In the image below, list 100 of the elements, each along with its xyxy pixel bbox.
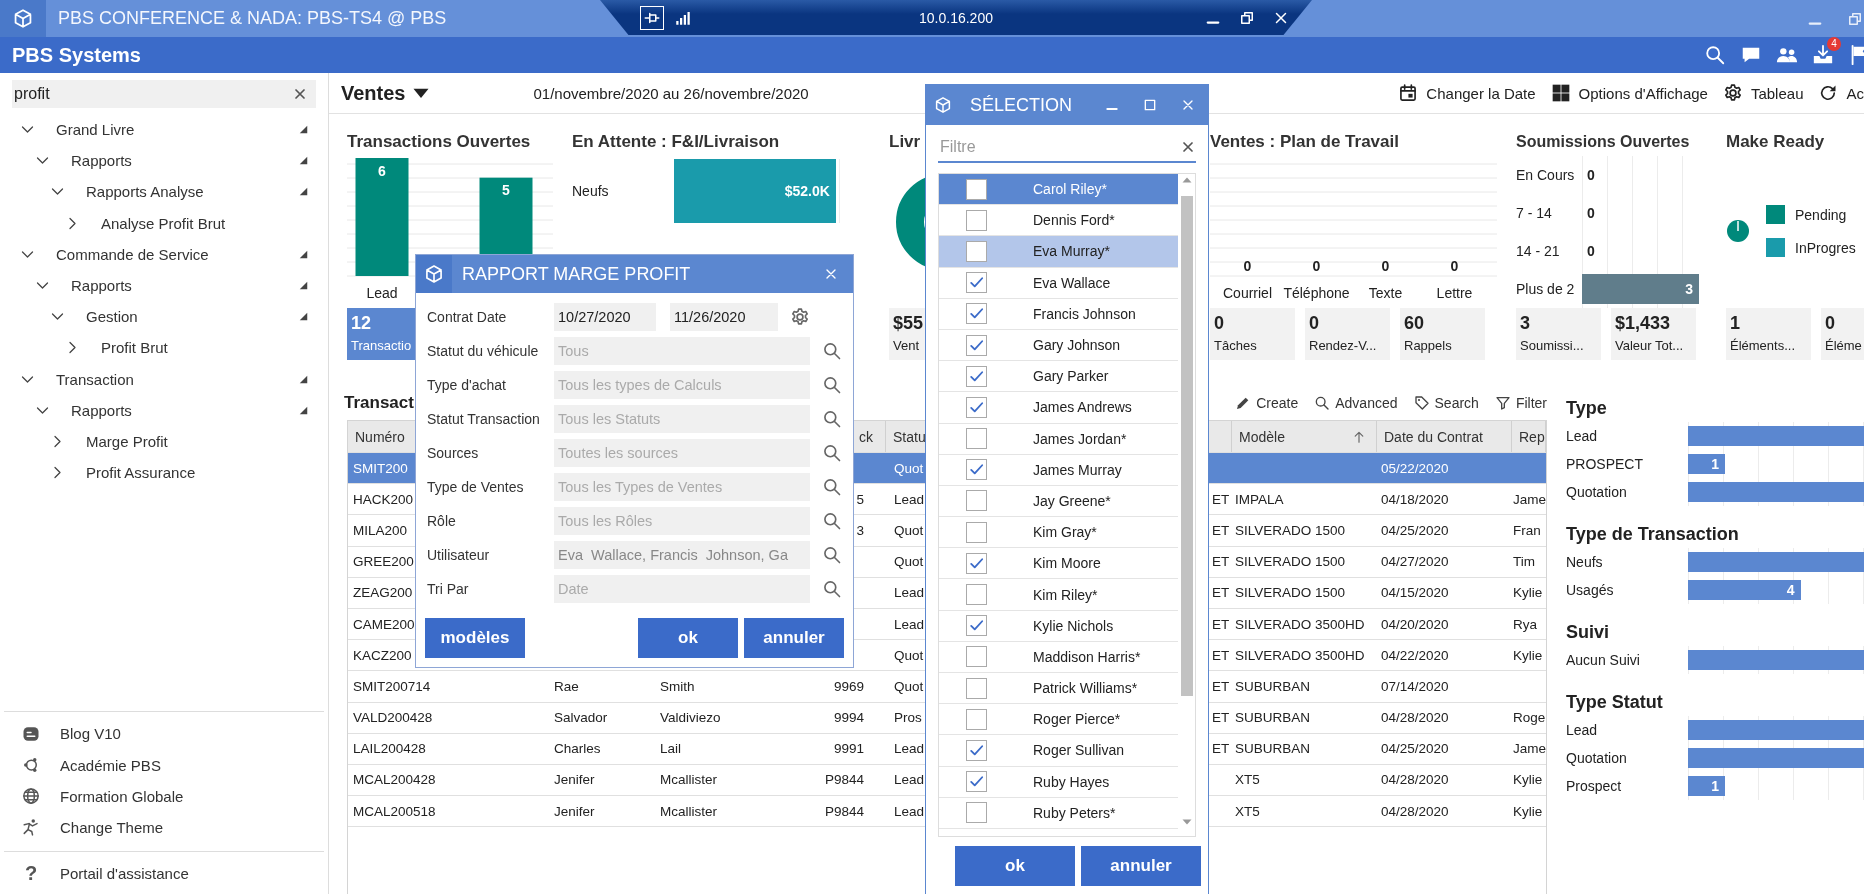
checkbox[interactable] xyxy=(966,272,987,294)
stat-tile[interactable]: 0 Éléme xyxy=(1821,308,1864,360)
search-field[interactable]: profit xyxy=(12,80,316,108)
clear-icon[interactable] xyxy=(1180,139,1196,155)
checkbox[interactable] xyxy=(966,739,987,761)
tree-item[interactable]: Gestion xyxy=(0,301,328,333)
tree-item[interactable]: Transaction xyxy=(0,363,328,395)
stat-tile[interactable]: 3 Soumissi... xyxy=(1516,308,1601,360)
tree-item[interactable]: Profit Brut xyxy=(0,332,328,364)
toolbar-action[interactable]: Ac xyxy=(1818,83,1864,103)
list-item[interactable]: Ruby Hayes xyxy=(939,766,1178,798)
settings-icon[interactable] xyxy=(790,307,810,327)
checkbox[interactable] xyxy=(966,178,987,200)
tree-item[interactable]: Rapports xyxy=(0,394,328,426)
list-item[interactable]: Francis Johnson xyxy=(939,298,1178,330)
column-header[interactable]: Modèle xyxy=(1232,421,1377,452)
list-item[interactable]: Carol Riley* xyxy=(939,174,1178,206)
checkbox[interactable] xyxy=(966,365,987,387)
from-date-field[interactable]: 10/27/2020 xyxy=(554,303,656,331)
column-header[interactable]: Rep xyxy=(1512,421,1546,452)
checkbox[interactable] xyxy=(966,615,987,637)
list-item[interactable]: Eva Murray* xyxy=(939,236,1178,268)
view-dropdown[interactable]: Ventes xyxy=(341,81,432,105)
list-item[interactable]: Kim Moore xyxy=(939,548,1178,580)
list-item[interactable]: James Jordan* xyxy=(939,423,1178,455)
checkbox[interactable] xyxy=(966,708,987,730)
tree-item[interactable]: Profit Assurance xyxy=(0,457,328,489)
tree-item[interactable]: Marge Profit xyxy=(0,425,328,458)
tree-item[interactable]: Grand Livre xyxy=(0,114,328,146)
sidebar-link[interactable]: Formation Globale xyxy=(0,780,328,812)
checkbox[interactable] xyxy=(966,646,987,668)
checkbox[interactable] xyxy=(966,428,987,450)
dialog-button[interactable]: modèles xyxy=(425,618,525,658)
stat-tile[interactable]: 0 Tâches xyxy=(1210,308,1295,360)
checkbox[interactable] xyxy=(966,240,987,262)
search-icon[interactable] xyxy=(822,545,842,565)
list-item[interactable]: Kim Riley* xyxy=(939,579,1178,611)
toolbar-button[interactable]: Search xyxy=(1413,395,1479,411)
help-link[interactable]: ? Portail d'assistance xyxy=(0,852,328,894)
checkbox[interactable] xyxy=(966,771,987,793)
list-item[interactable]: Roger Pierce* xyxy=(939,704,1178,736)
clear-icon[interactable] xyxy=(292,86,308,102)
tree-item[interactable]: Commande de Service xyxy=(0,238,328,270)
dialog-button[interactable]: ok xyxy=(955,846,1075,886)
list-item[interactable]: James Murray xyxy=(939,454,1178,486)
list-item[interactable]: Eva Wallace xyxy=(939,267,1178,299)
stat-tile[interactable]: 60 Rappels xyxy=(1400,308,1485,360)
list-item[interactable]: Maddison Harris* xyxy=(939,641,1178,673)
checkbox[interactable] xyxy=(966,334,987,356)
search-icon[interactable] xyxy=(1704,44,1726,66)
search-icon[interactable] xyxy=(822,375,842,395)
checkbox[interactable] xyxy=(966,552,987,574)
tree-item[interactable]: Rapports xyxy=(0,269,328,302)
list-item[interactable]: Jay Greene* xyxy=(939,485,1178,518)
checkbox[interactable] xyxy=(966,521,987,543)
scrollbar-thumb[interactable] xyxy=(1180,196,1193,696)
list-item[interactable]: James Andrews xyxy=(939,392,1178,424)
tree-item[interactable]: Rapports Analyse xyxy=(0,176,328,208)
checkbox[interactable] xyxy=(966,490,987,512)
pin-icon[interactable] xyxy=(640,5,664,30)
search-icon[interactable] xyxy=(822,443,842,463)
stat-tile[interactable]: 1 Éléments... xyxy=(1726,308,1811,360)
list-item[interactable]: Gary Parker xyxy=(939,361,1178,393)
list-item[interactable]: Kylie Nichols xyxy=(939,610,1178,642)
maximize-icon[interactable] xyxy=(1142,97,1158,113)
toolbar-button[interactable]: Filter xyxy=(1494,395,1547,411)
toolbar-button[interactable]: Create xyxy=(1235,395,1299,411)
to-date-field[interactable]: 11/26/2020 xyxy=(670,303,778,331)
search-icon[interactable] xyxy=(822,579,842,599)
toolbar-action[interactable]: Tableau xyxy=(1722,83,1804,103)
sidebar-link[interactable]: Académie PBS xyxy=(0,749,328,781)
search-icon[interactable] xyxy=(822,477,842,497)
stat-tile[interactable]: $1,433 Valeur Tot... xyxy=(1611,308,1696,360)
checkbox[interactable] xyxy=(966,802,987,824)
search-icon[interactable] xyxy=(822,409,842,429)
column-header[interactable]: Date du Contrat xyxy=(1377,421,1512,452)
list-item[interactable]: Patrick Williams* xyxy=(939,673,1178,705)
list-item[interactable]: Gary Johnson xyxy=(939,329,1178,362)
stat-tile[interactable]: 0 Rendez-V... xyxy=(1305,308,1390,360)
tree-item[interactable]: Rapports xyxy=(0,145,328,177)
toolbar-button[interactable]: Advanced xyxy=(1314,395,1398,411)
list-item[interactable]: Kim Gray* xyxy=(939,517,1178,549)
list-item[interactable]: Ruby Peters* xyxy=(939,797,1178,829)
toolbar-action[interactable]: Options d'Affichage xyxy=(1550,83,1708,103)
dialog-button[interactable]: ok xyxy=(638,618,738,658)
list-item[interactable]: Roger Sullivan xyxy=(939,735,1178,767)
search-icon[interactable] xyxy=(822,341,842,361)
toolbar-action[interactable]: Changer la Date xyxy=(1398,83,1536,103)
dialog-button[interactable]: annuler xyxy=(1081,846,1201,886)
dialog-button[interactable]: annuler xyxy=(744,618,844,658)
checkbox[interactable] xyxy=(966,303,987,325)
checkbox[interactable] xyxy=(966,584,987,606)
checkbox[interactable] xyxy=(966,396,987,418)
checkbox[interactable] xyxy=(966,677,987,699)
sidebar-link[interactable]: Blog V10 xyxy=(0,718,328,750)
tree-item[interactable]: Analyse Profit Brut xyxy=(0,207,328,239)
search-icon[interactable] xyxy=(822,511,842,531)
checkbox[interactable] xyxy=(966,459,987,481)
sidebar-link[interactable]: Change Theme xyxy=(0,811,328,843)
checkbox[interactable] xyxy=(966,209,987,231)
